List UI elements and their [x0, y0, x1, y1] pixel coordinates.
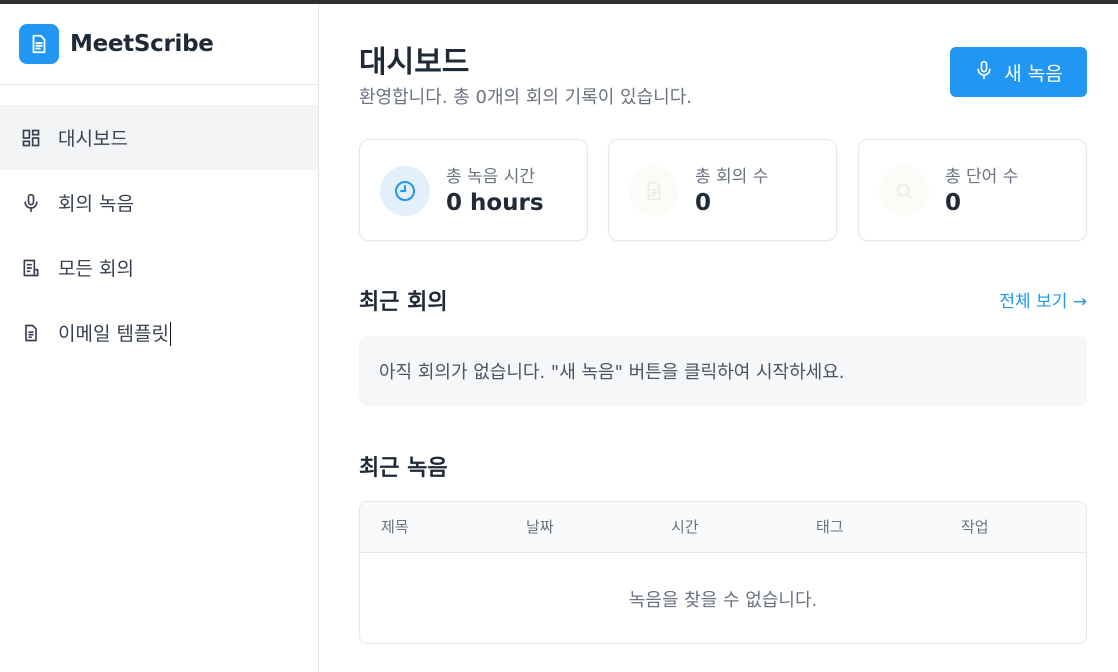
stat-label: 총 단어 수: [945, 167, 1019, 187]
stats-row: 총 녹음 시간 0 hours 총 회의 수 0 총 단어 수 0: [359, 139, 1087, 241]
stat-card-total-words: 총 단어 수 0: [858, 139, 1087, 241]
clock-icon: [380, 166, 430, 216]
stat-value: 0: [695, 190, 712, 216]
sidebar-item-dashboard[interactable]: 대시보드: [0, 105, 318, 170]
text-cursor: [169, 322, 171, 347]
sidebar-nav: 대시보드 회의 녹음 모든 회의 이메일 템플릿: [0, 85, 318, 365]
sidebar-item-label: 이메일 템플릿: [58, 322, 171, 347]
new-recording-label: 새 녹음: [1004, 62, 1063, 85]
sidebar-item-label: 회의 녹음: [58, 193, 134, 215]
column-header-tags: 태그: [816, 518, 844, 536]
column-header-actions: 작업: [961, 518, 989, 536]
document-icon: [20, 322, 42, 344]
sidebar-item-email-templates[interactable]: 이메일 템플릿: [0, 300, 318, 365]
stat-card-total-recording-time: 총 녹음 시간 0 hours: [359, 139, 588, 241]
recent-recordings-title: 최근 녹음: [359, 456, 448, 481]
stat-label: 총 녹음 시간: [446, 167, 536, 187]
document-icon: [19, 24, 59, 64]
column-header-time: 시간: [671, 518, 699, 536]
search-icon: [879, 166, 929, 216]
column-header-date: 날짜: [526, 518, 554, 536]
microphone-icon: [20, 192, 42, 214]
new-recording-button[interactable]: 새 녹음: [950, 47, 1087, 97]
document-list-icon: [20, 257, 42, 279]
recent-recordings-table: 제목 날짜 시간 태그 작업 녹음을 찾을 수 없습니다.: [359, 501, 1087, 644]
brand-name: MeetScribe: [70, 31, 214, 57]
sidebar: MeetScribe 대시보드 회의 녹음 모든 회의 이메일 템플릿: [0, 4, 319, 672]
stat-label: 총 회의 수: [695, 167, 769, 187]
page-subtitle: 환영합니다. 총 0개의 회의 기록이 있습니다.: [359, 87, 693, 108]
brand[interactable]: MeetScribe: [0, 4, 318, 85]
sidebar-item-record-meeting[interactable]: 회의 녹음: [0, 170, 318, 235]
stat-card-total-meetings: 총 회의 수 0: [608, 139, 837, 241]
document-icon: [629, 166, 679, 216]
microphone-icon: [974, 60, 994, 85]
sidebar-item-label: 모든 회의: [58, 258, 134, 280]
dashboard-icon: [20, 127, 42, 149]
recent-meetings-empty-state: 아직 회의가 없습니다. "새 녹음" 버튼을 클릭하여 시작하세요.: [359, 336, 1087, 406]
recent-meetings-title: 최근 회의: [359, 290, 448, 315]
stat-value: 0 hours: [446, 190, 544, 216]
table-header: 제목 날짜 시간 태그 작업: [360, 502, 1086, 553]
stat-value: 0: [945, 190, 962, 216]
page-title: 대시보드: [359, 45, 470, 80]
column-header-title: 제목: [381, 518, 409, 536]
view-all-link[interactable]: 전체 보기 →: [999, 287, 1087, 312]
sidebar-item-label: 대시보드: [58, 128, 128, 150]
sidebar-item-all-meetings[interactable]: 모든 회의: [0, 235, 318, 300]
table-empty-state: 녹음을 찾을 수 없습니다.: [628, 589, 818, 611]
